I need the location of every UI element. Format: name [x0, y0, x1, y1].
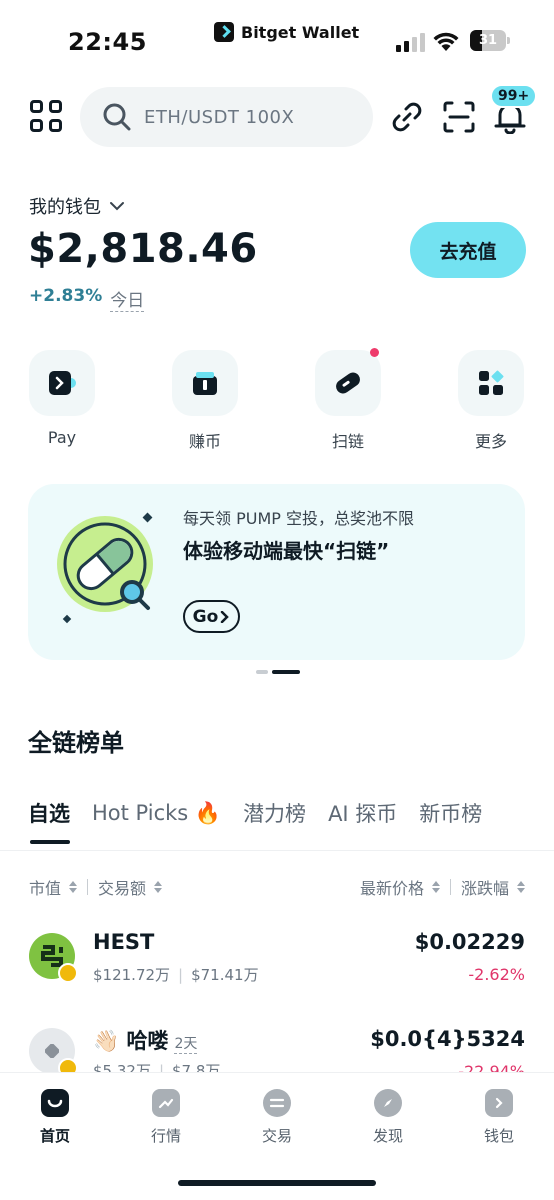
nav-discover[interactable]: 发现	[348, 1089, 428, 1146]
quick-action-earn[interactable]: 赚币	[170, 350, 240, 452]
status-time: 22:45	[68, 28, 147, 56]
active-tab-indicator	[30, 840, 70, 844]
market-icon	[152, 1089, 180, 1117]
token-price: $0.02229	[414, 930, 525, 954]
quick-action-scan-chain[interactable]: 扫链	[313, 348, 383, 452]
token-name: HEST	[93, 930, 155, 954]
battery-level: 31	[478, 33, 498, 48]
nav-label: 交易	[261, 1127, 292, 1145]
token-change: -2.62%	[468, 965, 525, 984]
apps-grid-icon[interactable]	[30, 100, 62, 132]
tab-hot-picks[interactable]: Hot Picks 🔥	[92, 801, 221, 826]
column-market-cap: 市值	[29, 879, 62, 898]
quick-action-label: 更多	[474, 432, 507, 451]
wallet-selector[interactable]: 我的钱包	[29, 193, 125, 219]
nav-label: 行情	[150, 1127, 181, 1145]
search-bar[interactable]	[80, 87, 373, 147]
go-label: Go	[192, 606, 219, 627]
token-stats: $121.72万 | $71.41万	[93, 965, 259, 985]
pay-icon	[49, 371, 76, 395]
home-indicator	[178, 1180, 376, 1186]
chain-badge-icon	[58, 963, 78, 983]
ranking-tabs: 自选 Hot Picks 🔥 潜力榜 AI 探币 新币榜	[28, 798, 482, 828]
sort-arrows-icon	[69, 881, 78, 893]
token-market-cap: $121.72万	[93, 966, 171, 984]
wallet-label: 我的钱包	[29, 197, 101, 218]
promo-title: 体验移动端最快“扫链”	[183, 539, 390, 563]
token-volume: $71.41万	[191, 966, 259, 984]
change-percent: +2.83%	[29, 286, 103, 306]
carousel-indicator	[256, 670, 300, 674]
sort-market-cap[interactable]: 市值	[29, 875, 61, 899]
search-icon	[103, 103, 131, 131]
divider	[0, 850, 554, 851]
quick-action-label: 扫链	[331, 432, 364, 451]
nav-wallet[interactable]: 钱包	[459, 1089, 539, 1146]
balance-change: +2.83% 今日	[29, 286, 145, 312]
nav-label: 首页	[39, 1127, 70, 1145]
quick-action-label: 赚币	[188, 432, 221, 451]
nav-market[interactable]: 行情	[126, 1089, 206, 1146]
app-brand: Bitget Wallet	[214, 22, 359, 42]
nav-trade[interactable]: 交易	[237, 1089, 317, 1146]
sort-controls-left: 市值 交易额	[29, 875, 163, 899]
nav-home[interactable]: 首页	[15, 1089, 95, 1146]
pill-scan-icon	[336, 372, 360, 394]
scan-pill-illustration	[57, 512, 153, 624]
more-grid-icon	[479, 370, 504, 395]
column-volume: 交易额	[98, 879, 147, 898]
token-age: 2天	[174, 1033, 198, 1054]
ranking-title: 全链榜单	[28, 729, 124, 757]
sort-arrows-icon	[517, 881, 525, 893]
nav-label: 钱包	[483, 1127, 514, 1145]
promo-go-button[interactable]: Go	[183, 600, 240, 633]
app-brand-name: Bitget Wallet	[241, 22, 360, 42]
token-name-group: 👋🏻 哈喽 2天	[93, 1025, 198, 1055]
discover-icon	[374, 1089, 402, 1117]
quick-action-pay[interactable]: Pay	[27, 350, 97, 447]
change-period[interactable]: 今日	[110, 286, 145, 312]
sort-arrows-icon	[431, 881, 440, 893]
sort-volume[interactable]: 交易额	[98, 875, 146, 899]
quick-action-more[interactable]: 更多	[456, 350, 526, 452]
quick-action-label: Pay	[47, 428, 77, 447]
cellular-signal-icon	[396, 33, 425, 52]
gift-icon	[193, 372, 217, 395]
search-input[interactable]	[144, 106, 364, 128]
column-change: 涨跌幅	[460, 879, 509, 898]
sort-latest-price[interactable]: 最新价格	[360, 875, 424, 899]
tab-favorites[interactable]: 自选	[28, 798, 70, 828]
token-name: 👋🏻 哈喽	[93, 1029, 169, 1053]
deposit-button[interactable]: 去充值	[410, 222, 526, 278]
sort-controls-right: 最新价格 涨跌幅	[360, 875, 525, 899]
chevron-right-icon	[221, 610, 230, 623]
tab-potential[interactable]: 潜力榜	[243, 798, 306, 828]
wallet-balance: $2,818.46	[28, 226, 258, 272]
token-row[interactable]: HEST $121.72万 | $71.41万 $0.02229 -2.62%	[0, 925, 554, 1015]
sort-arrows-icon	[154, 881, 163, 893]
new-indicator-dot	[370, 348, 379, 357]
sort-change[interactable]: 涨跌幅	[461, 875, 509, 899]
tab-ai-explore[interactable]: AI 探币	[328, 798, 397, 828]
wifi-icon	[433, 32, 459, 51]
chevron-down-icon	[110, 202, 124, 211]
swap-icon	[263, 1089, 291, 1117]
home-icon	[41, 1089, 69, 1117]
notification-badge: 99+	[490, 84, 538, 108]
tab-new-coins[interactable]: 新币榜	[419, 798, 482, 828]
token-price: $0.0{4}5324	[370, 1027, 525, 1051]
battery-indicator: 31	[470, 30, 510, 51]
link-icon[interactable]	[390, 100, 424, 134]
nav-label: 发现	[372, 1127, 403, 1145]
bitget-logo-icon	[214, 22, 234, 42]
scan-icon[interactable]	[442, 100, 476, 134]
promo-subtitle: 每天领 PUMP 空投，总奖池不限	[183, 509, 414, 528]
wallet-icon	[485, 1089, 513, 1117]
column-latest-price: 最新价格	[359, 879, 424, 898]
